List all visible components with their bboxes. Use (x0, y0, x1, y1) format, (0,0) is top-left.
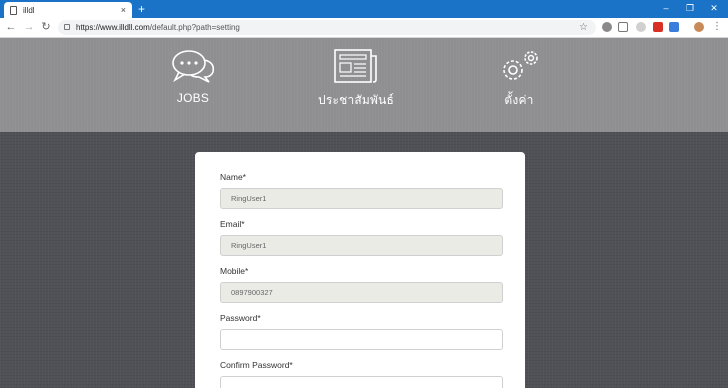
name-label: Name* (220, 172, 246, 182)
reload-button[interactable]: ↻ (39, 20, 53, 34)
nav-settings-label: ตั้งค่า (504, 93, 534, 107)
nav-news[interactable]: ประชาสัมพันธ์ (318, 48, 395, 110)
nav-jobs-label: JOBS (176, 91, 210, 105)
password-field[interactable] (220, 329, 503, 350)
address-bar[interactable]: https://www.illdll.com/default.php?path=… (58, 20, 596, 35)
url-path: /default.php?path=setting (149, 23, 240, 32)
forward-button[interactable]: → (22, 20, 36, 34)
confirm-password-field[interactable] (220, 376, 503, 388)
name-field[interactable]: RingUser1 (220, 188, 503, 209)
menu-icon[interactable]: ⋮ (710, 20, 724, 34)
new-tab-button[interactable]: + (138, 2, 145, 16)
mobile-field[interactable]: 0897900327 (220, 282, 503, 303)
browser-tab[interactable]: illdl × (4, 2, 132, 18)
bookmark-star-icon[interactable]: ☆ (579, 20, 588, 35)
confirm-password-label: Confirm Password* (220, 360, 293, 370)
globe-extension-icon[interactable] (602, 22, 612, 32)
chat-bubbles-icon (172, 50, 215, 83)
nav-news-label: ประชาสัมพันธ์ (318, 93, 395, 107)
back-button[interactable]: ← (4, 20, 18, 34)
header-nav: JOBS ประชาสัมพันธ์ ตั้งค่า (0, 38, 728, 132)
newspaper-icon (334, 49, 377, 83)
settings-form: Name* RingUser1 Email* RingUser1 Mobile*… (195, 152, 525, 388)
browser-toolbar: ← → ↻ https://www.illdll.com/default.php… (0, 18, 728, 38)
email-field[interactable]: RingUser1 (220, 235, 503, 256)
email-label: Email* (220, 219, 245, 229)
tab-title: illdl (23, 5, 35, 15)
lock-icon (64, 24, 70, 30)
close-window-button[interactable]: ✕ (700, 1, 728, 15)
mobile-label: Mobile* (220, 266, 249, 276)
tab-close-button[interactable]: × (121, 5, 126, 15)
url-host: https://www.illdll.com (76, 23, 150, 32)
cast-icon[interactable] (618, 22, 628, 32)
document-icon (10, 5, 17, 15)
gears-icon (503, 51, 538, 80)
browser-tab-bar: illdl × + – ❐ ✕ (0, 0, 728, 18)
extension-icon[interactable] (636, 22, 646, 32)
translate-icon[interactable] (669, 22, 679, 32)
nav-settings[interactable]: ตั้งค่า (494, 48, 544, 110)
red-extension-icon[interactable] (653, 22, 663, 32)
profile-avatar[interactable] (694, 22, 704, 32)
password-label: Password* (220, 313, 261, 323)
nav-jobs[interactable]: JOBS (166, 48, 220, 105)
